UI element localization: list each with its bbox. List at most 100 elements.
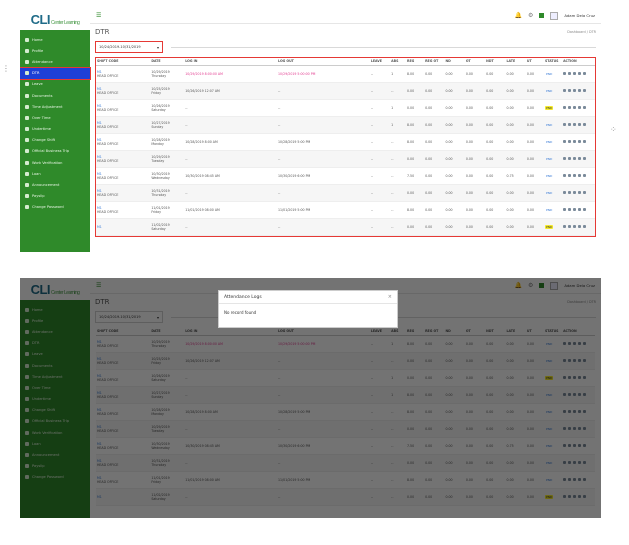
logs-icon[interactable] [573,495,577,498]
pen-icon[interactable] [583,140,587,143]
sidebar-item-official-business-trip[interactable]: Official Business Trip [20,146,90,157]
logs-icon[interactable] [573,359,577,362]
logout-cell[interactable]: 11/01/2019 5:00 PM [277,201,370,219]
settings-icon[interactable]: ⚙ [528,282,533,289]
sidebar-item-over-time[interactable]: Over Time [20,112,90,123]
settings-icon[interactable] [578,410,582,413]
view-icon[interactable] [563,72,567,75]
sidebar-item-documents[interactable]: Documents [20,90,90,101]
edit-icon[interactable] [568,410,572,413]
edit-icon[interactable] [568,140,572,143]
sidebar-item-leave[interactable]: Leave [20,79,90,90]
edit-icon[interactable] [568,106,572,109]
settings-icon[interactable] [578,393,582,396]
login-cell[interactable]: -- [184,454,278,472]
edit-icon[interactable] [568,157,572,160]
breadcrumb[interactable]: Dashboard / DTR [567,300,596,304]
sidebar-item-change-password[interactable]: Change Password [20,472,90,483]
view-icon[interactable] [563,478,567,481]
settings-icon[interactable] [578,225,582,228]
pen-icon[interactable] [583,359,587,362]
login-cell[interactable]: 10/28/2019 8:00 AM [184,403,278,421]
sidebar-item-time-adjustment[interactable]: Time Adjustment [20,371,90,382]
login-cell[interactable]: -- [184,184,278,202]
view-icon[interactable] [563,174,567,177]
view-icon[interactable] [563,208,567,211]
date-range-select[interactable]: 10/24/2019-10/31/2019 ▾ [95,41,163,53]
sidebar-item-announcement[interactable]: Announcement [20,179,90,190]
user-name[interactable]: Adam Dela Cruz [564,13,595,18]
sidebar-item-payslip[interactable]: Payslip [20,461,90,472]
login-cell[interactable]: 10/29/2019 8:00:00 AM [184,335,278,353]
logout-cell[interactable]: 10/30/2019 6:00 PM [277,437,370,455]
edit-icon[interactable] [568,225,572,228]
settings-icon[interactable] [578,72,582,75]
menu-toggle-icon[interactable]: ☰ [96,282,101,289]
edit-icon[interactable] [568,191,572,194]
settings-icon[interactable] [578,495,582,498]
logs-icon[interactable] [573,393,577,396]
sidebar-item-dtr[interactable]: DTR [20,338,90,349]
pen-icon[interactable] [583,461,587,464]
login-cell[interactable]: -- [184,488,278,506]
logs-icon[interactable] [573,410,577,413]
avatar[interactable] [550,11,559,20]
settings-icon[interactable] [578,157,582,160]
view-icon[interactable] [563,495,567,498]
logout-cell[interactable]: 10/28/2019 5:00 PM [277,133,370,151]
sidebar-item-announcement[interactable]: Announcement [20,449,90,460]
settings-icon[interactable] [578,478,582,481]
avatar[interactable] [550,281,559,290]
pen-icon[interactable] [583,410,587,413]
pen-icon[interactable] [583,495,587,498]
sidebar-item-time-adjustment[interactable]: Time Adjustment [20,101,90,112]
logout-cell[interactable]: -- [277,352,370,370]
logout-cell[interactable]: 10/30/2019 6:00 PM [277,167,370,185]
sidebar-item-change-shift[interactable]: Change Shift [20,135,90,146]
edit-icon[interactable] [568,427,572,430]
status-square-icon[interactable] [539,283,545,288]
logout-cell[interactable]: 10/29/2019 5:00:00 PM [277,335,370,353]
sidebar-item-documents[interactable]: Documents [20,360,90,371]
sidebar-item-loan[interactable]: Loan [20,168,90,179]
login-cell[interactable]: 10/28/2019 8:00 AM [184,133,278,151]
sidebar-item-change-password[interactable]: Change Password [20,202,90,213]
settings-icon[interactable] [578,444,582,447]
logs-icon[interactable] [573,342,577,345]
edit-icon[interactable] [568,123,572,126]
sidebar-item-leave[interactable]: Leave [20,349,90,360]
sidebar-item-undertime[interactable]: Undertime [20,394,90,405]
view-icon[interactable] [563,376,567,379]
view-icon[interactable] [563,427,567,430]
edit-icon[interactable] [568,359,572,362]
logs-icon[interactable] [573,478,577,481]
login-cell[interactable]: -- [184,369,278,387]
sidebar-item-work-verification[interactable]: Work Verification [20,427,90,438]
pen-icon[interactable] [583,478,587,481]
menu-toggle-icon[interactable]: ☰ [96,12,101,19]
pen-icon[interactable] [583,393,587,396]
sidebar-item-profile[interactable]: Profile [20,315,90,326]
pen-icon[interactable] [583,106,587,109]
view-icon[interactable] [563,140,567,143]
settings-icon[interactable] [578,123,582,126]
edit-icon[interactable] [568,89,572,92]
sidebar-item-official-business-trip[interactable]: Official Business Trip [20,416,90,427]
logs-icon[interactable] [573,72,577,75]
login-cell[interactable]: 10/26/2019 12:07 AM [184,352,278,370]
sidebar-item-attendance[interactable]: Attendance [20,326,90,337]
edit-icon[interactable] [568,208,572,211]
view-icon[interactable] [563,444,567,447]
logout-cell[interactable]: 10/29/2019 5:00:00 PM [277,65,370,83]
edit-icon[interactable] [568,495,572,498]
settings-icon[interactable] [578,376,582,379]
pen-icon[interactable] [583,72,587,75]
login-cell[interactable]: 11/01/2019 08:00 AM [184,471,278,489]
view-icon[interactable] [563,393,567,396]
sidebar-item-dtr[interactable]: DTR [20,66,91,80]
view-icon[interactable] [563,225,567,228]
view-icon[interactable] [563,123,567,126]
logs-icon[interactable] [573,427,577,430]
login-cell[interactable]: 10/26/2019 12:07 AM [184,82,278,100]
logout-cell[interactable]: -- [277,420,370,438]
